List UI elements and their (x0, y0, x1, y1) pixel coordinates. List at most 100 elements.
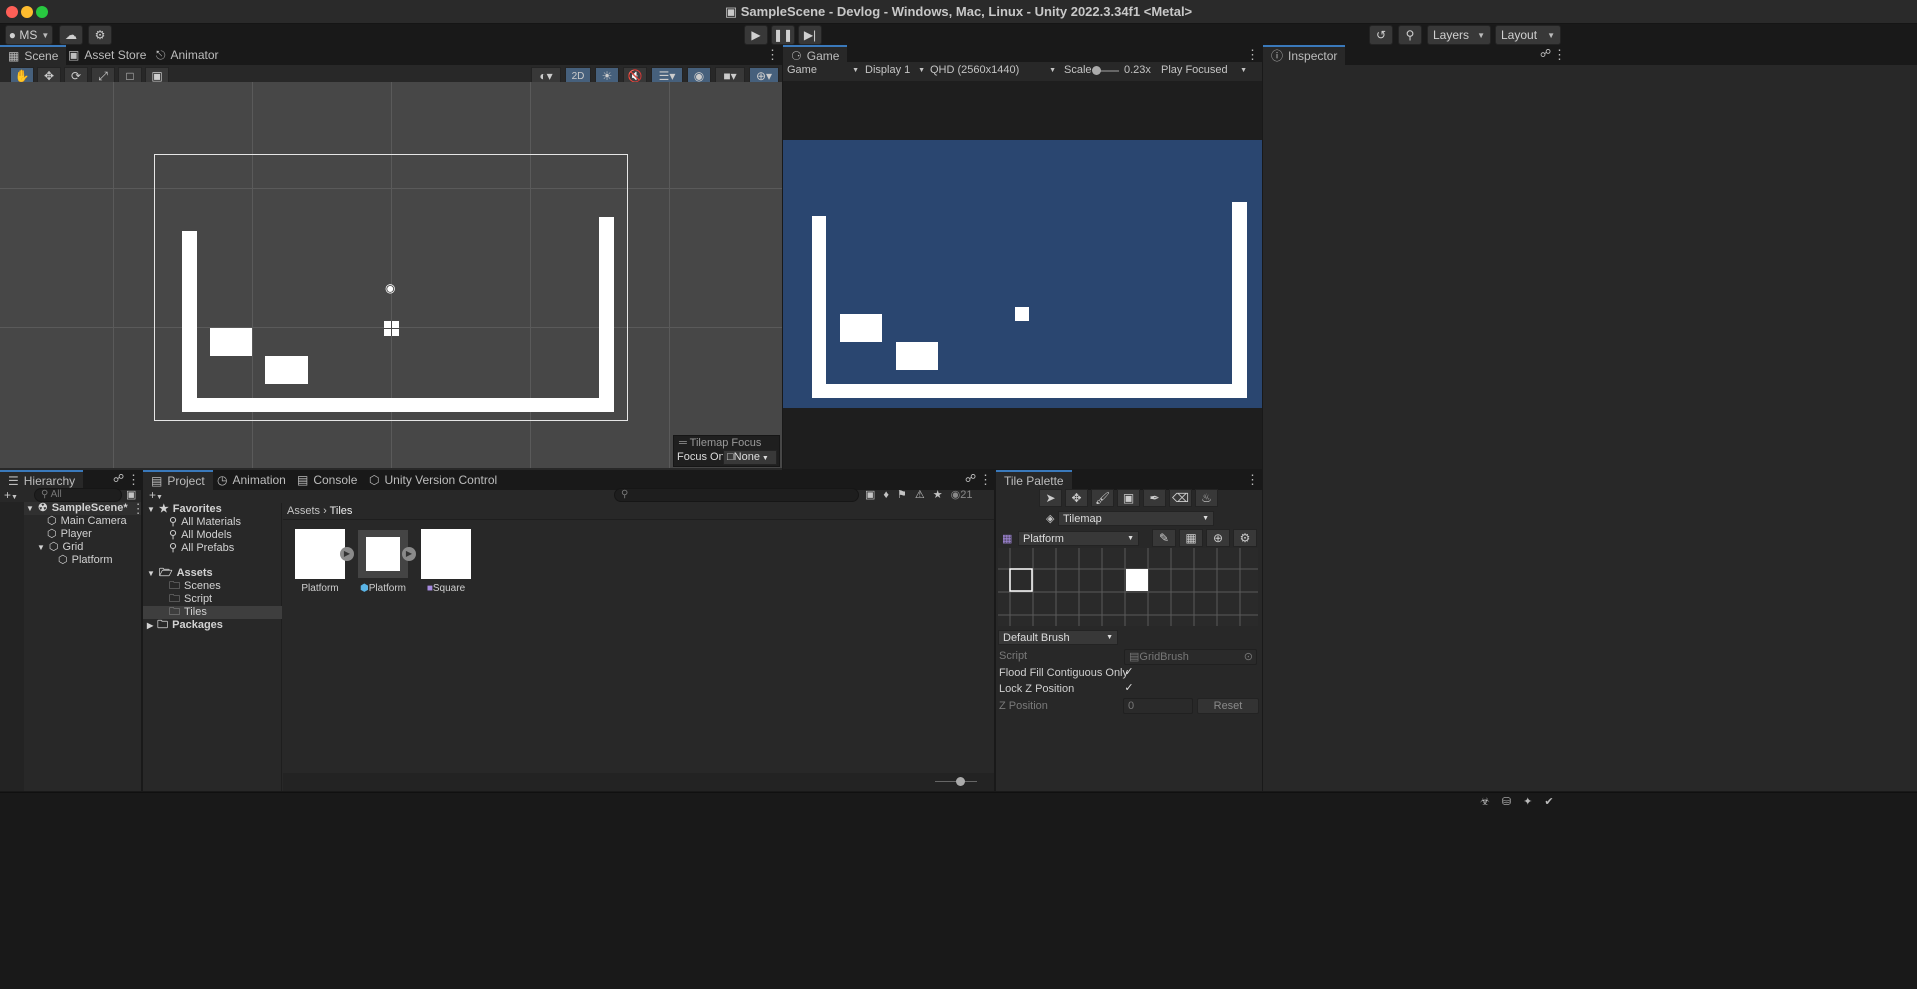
lock-icon[interactable]: ☍ (965, 472, 976, 485)
asset-platform-tile[interactable]: Platform (292, 529, 348, 594)
palette-settings-button[interactable]: ⚙ (1233, 529, 1257, 547)
check-circle-icon[interactable]: ✔ (1544, 795, 1553, 808)
more-icon[interactable]: ⋮ (979, 472, 992, 488)
move-tool-button[interactable]: ✥ (1065, 489, 1088, 507)
fill-tool-button[interactable]: ♨ (1195, 489, 1218, 507)
asset-platform-prefab[interactable]: ⬢Platform (355, 529, 411, 594)
folder-scenes[interactable]: 🗀 Scenes (169, 580, 221, 593)
lock-z-checkbox[interactable]: ✓ (1123, 682, 1135, 694)
platform-right-wall[interactable] (599, 217, 614, 412)
tab-animator[interactable]: ⎋ Animator (148, 45, 227, 65)
erase-tool-button[interactable]: ⌫ (1169, 489, 1192, 507)
project-search-input[interactable]: ⚲ (614, 488, 859, 502)
platform-step-1[interactable] (210, 328, 252, 356)
scene-viewport[interactable]: ◉ ═ Tilemap Focus Focus On □None ▼ (0, 82, 782, 468)
tab-asset-store[interactable]: ▣ Asset Store (60, 45, 154, 65)
filter-by-type-icon[interactable]: ♦ (883, 489, 889, 501)
favorite-star-icon[interactable]: ★ (933, 488, 943, 501)
play-mode-dropdown[interactable]: Play Focused ▼ (1161, 64, 1247, 76)
issues-icon[interactable]: ⚠ (915, 488, 925, 501)
cloud-button[interactable]: ☁ (59, 25, 83, 45)
more-icon[interactable]: ⋮ (1246, 47, 1259, 63)
z-position-input[interactable]: 0 (1123, 698, 1193, 714)
create-asset-button[interactable]: +▼ (149, 488, 163, 502)
tab-console[interactable]: ▤ Console (289, 470, 365, 490)
hierarchy-item-platform[interactable]: ⬡ Platform (58, 554, 113, 567)
palette-dropdown[interactable]: Platform ▼ (1018, 531, 1139, 546)
tile-palette-grid[interactable] (998, 548, 1258, 626)
select-tool-button[interactable]: ➤ (1039, 489, 1062, 507)
step-button[interactable]: ▶| (798, 25, 822, 45)
active-tilemap-dropdown[interactable]: Tilemap ▼ (1058, 511, 1214, 526)
expand-arrow-icon[interactable]: ▼ (37, 541, 45, 554)
add-object-button[interactable]: +▼ (4, 488, 18, 502)
breadcrumb-assets[interactable]: Assets (287, 505, 320, 517)
palette-gizmos-button[interactable]: ⊕ (1206, 529, 1230, 547)
picker-tool-button[interactable]: ✒ (1143, 489, 1166, 507)
filter-by-label-icon[interactable]: ⚑ (897, 488, 907, 501)
assets-folder[interactable]: ▼ 🗁 Assets (147, 567, 213, 580)
search-button[interactable]: ⚲ (1398, 25, 1422, 45)
favorites-all-models[interactable]: ⚲ All Models (169, 529, 232, 542)
search-by-type-icon[interactable]: ▣ (865, 488, 875, 501)
box-fill-tool-button[interactable]: ▣ (1117, 489, 1140, 507)
expand-asset-icon[interactable]: ▶ (402, 547, 416, 561)
more-icon[interactable]: ⋮ (1553, 47, 1566, 63)
favorites-all-prefabs[interactable]: ⚲ All Prefabs (169, 542, 234, 555)
more-icon[interactable]: ⋮ (127, 472, 140, 488)
game-view-dropdown[interactable]: Game ▼ (787, 64, 859, 76)
expand-arrow-icon[interactable]: ▼ (147, 567, 155, 580)
bug-icon[interactable]: ☣ (1480, 795, 1490, 808)
history-button[interactable]: ↺ (1369, 25, 1393, 45)
favorites-all-materials[interactable]: ⚲ All Materials (169, 516, 241, 529)
play-button[interactable]: ▶ (744, 25, 768, 45)
hierarchy-item-main-camera[interactable]: ⬡ Main Camera (47, 515, 127, 528)
breadcrumb-tiles[interactable]: Tiles (330, 505, 353, 517)
cache-server-icon[interactable]: ⛁ (1502, 795, 1511, 808)
drag-handle-icon[interactable]: ═ (679, 437, 687, 449)
layers-dropdown[interactable]: Layers ▼ (1427, 25, 1491, 45)
tab-tile-palette[interactable]: Tile Palette (996, 470, 1072, 490)
pause-button[interactable]: ❚❚ (771, 25, 795, 45)
services-button[interactable]: ⚙ (88, 25, 112, 45)
focus-on-dropdown[interactable]: □None ▼ (723, 450, 777, 465)
folder-script[interactable]: 🗀 Script (169, 593, 212, 606)
layout-dropdown[interactable]: Layout ▼ (1495, 25, 1561, 45)
scale-slider-thumb[interactable] (1092, 66, 1101, 75)
hierarchy-item-player[interactable]: ⬡ Player (47, 528, 92, 541)
tab-hierarchy[interactable]: ☰ Hierarchy (0, 470, 84, 490)
more-icon[interactable]: ⋮ (766, 47, 779, 63)
paint-tool-button[interactable]: 🖌 (1091, 489, 1114, 507)
hierarchy-scene-item[interactable]: ▼ ☢ SampleScene* ⋮ (26, 502, 145, 515)
platform-floor[interactable] (182, 398, 614, 412)
favorites-item[interactable]: ▼ ★ Favorites (147, 503, 222, 516)
asset-square-sprite[interactable]: ■Square (418, 529, 474, 594)
folder-tiles[interactable]: 🗀 Tiles (169, 606, 207, 619)
toggle-grid-button[interactable]: ▦ (1179, 529, 1203, 547)
edit-palette-button[interactable]: ✎ (1152, 529, 1176, 547)
resolution-dropdown[interactable]: QHD (2560x1440) ▼ (930, 64, 1056, 76)
more-icon[interactable]: ⋮ (132, 502, 145, 515)
packages-folder[interactable]: ▶ 🗀 Packages (147, 619, 223, 632)
hierarchy-search-input[interactable]: ⚲ All (34, 488, 122, 502)
flood-fill-checkbox[interactable]: ✓ (1123, 666, 1135, 678)
hidden-packages-icon[interactable]: ◉21 (951, 488, 973, 501)
scene-filter-icon[interactable]: ▣ (126, 488, 136, 501)
more-icon[interactable]: ⋮ (1246, 472, 1259, 488)
expand-arrow-icon[interactable]: ▼ (147, 503, 155, 516)
lock-icon[interactable]: ☍ (1540, 47, 1551, 60)
expand-asset-icon[interactable]: ▶ (340, 547, 354, 561)
platform-left-wall[interactable] (182, 231, 197, 412)
display-dropdown[interactable]: Display 1 ▼ (865, 64, 925, 76)
brush-dropdown[interactable]: Default Brush ▼ (998, 630, 1118, 645)
tab-inspector[interactable]: ⓘ Inspector (1263, 45, 1346, 65)
tab-animation[interactable]: ◷ Animation (209, 470, 294, 490)
scale-slider[interactable] (1092, 66, 1119, 75)
tab-version-control[interactable]: ⬡ Unity Version Control (361, 470, 505, 490)
tab-project[interactable]: ▤ Project (143, 470, 213, 490)
lock-icon[interactable]: ☍ (113, 472, 124, 485)
tab-scene[interactable]: ▦ Scene (0, 45, 67, 65)
game-viewport[interactable] (783, 82, 1262, 469)
object-picker-icon[interactable]: ⊙ (1244, 650, 1253, 664)
hierarchy-item-grid[interactable]: ▼ ⬡ Grid (37, 541, 83, 554)
